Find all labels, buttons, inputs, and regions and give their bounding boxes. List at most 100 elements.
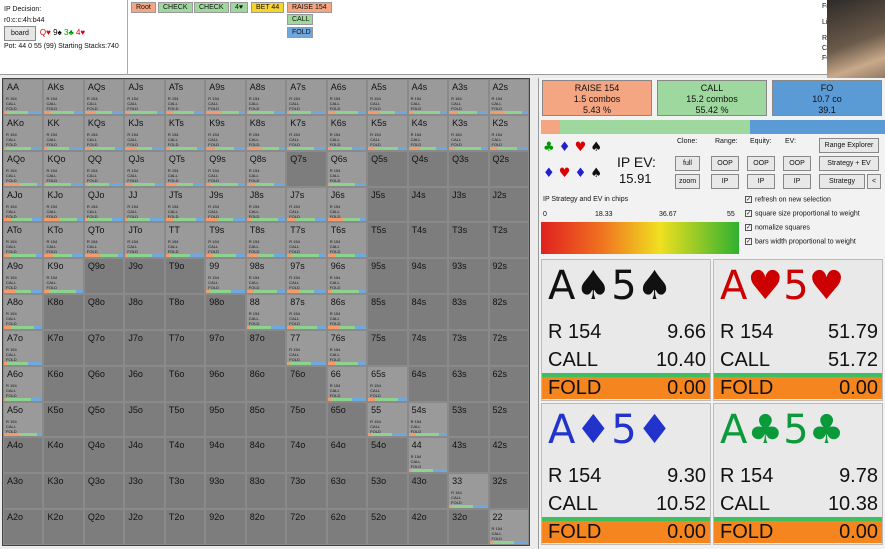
- hand-cell-K4o[interactable]: K4o: [43, 437, 84, 474]
- hand-cell-T7o[interactable]: T7o: [164, 329, 206, 366]
- hand-cell-97s[interactable]: 97s R 154 CALL FOLD: [286, 258, 327, 295]
- hand-cell-K2s[interactable]: K2s R 154 CALL FOLD: [488, 114, 529, 151]
- hand-cell-54s[interactable]: 54s R 154 CALL FOLD: [407, 401, 449, 438]
- hand-cell-82o[interactable]: 82o: [245, 509, 287, 545]
- ev-ip-button[interactable]: IP: [783, 174, 811, 189]
- hand-cell-KQs[interactable]: KQs R 154 CALL FOLD: [83, 114, 125, 151]
- hand-cell-33[interactable]: 33 R 154 CALL FOLD: [448, 473, 489, 510]
- hand-cell-88[interactable]: 88 R 154 CALL FOLD: [245, 294, 287, 330]
- hand-cell-93o[interactable]: 93o: [205, 473, 246, 510]
- crumb-5[interactable]: RAISE 154: [287, 2, 332, 13]
- hand-cell-A3o[interactable]: A3o: [3, 473, 44, 510]
- hand-cell-32s[interactable]: 32s: [488, 473, 529, 510]
- hand-cell-J8s[interactable]: J8s R 154 CALL FOLD: [245, 186, 287, 223]
- hand-cell-QJo[interactable]: QJo R 154 CALL FOLD: [83, 186, 125, 223]
- hand-cell-AKs[interactable]: AKs R 154 CALL FOLD: [43, 79, 84, 115]
- hand-cell-75o[interactable]: 75o: [286, 401, 327, 438]
- hand-cell-A5s[interactable]: A5s R 154 CALL FOLD: [367, 79, 408, 115]
- hand-cell-K6o[interactable]: K6o: [43, 365, 84, 402]
- hand-cell-KK[interactable]: KK R 154 CALL FOLD: [43, 114, 84, 151]
- hand-cell-A6o[interactable]: A6o R 154 CALL FOLD: [3, 365, 44, 402]
- hand-cell-T2o[interactable]: T2o: [164, 509, 206, 545]
- hand-cell-Q5s[interactable]: Q5s: [367, 150, 408, 187]
- action-box-2[interactable]: FO 10.7 co 39.1: [772, 80, 882, 116]
- hand-cell-T6s[interactable]: T6s R 154 CALL FOLD: [326, 222, 368, 259]
- hand-cell-53o[interactable]: 53o: [367, 473, 408, 510]
- hand-cell-55[interactable]: 55 R 154 CALL FOLD: [367, 401, 408, 438]
- hand-cell-T5s[interactable]: T5s: [367, 222, 408, 259]
- hand-cell-J2o[interactable]: J2o: [124, 509, 165, 545]
- hand-cell-22[interactable]: 22 R 154 CALL FOLD: [488, 509, 529, 545]
- hand-cell-54o[interactable]: 54o: [367, 437, 408, 474]
- equity-ip-button[interactable]: IP: [747, 174, 775, 189]
- hand-cell-J8o[interactable]: J8o: [124, 294, 165, 330]
- hand-cell-K8s[interactable]: K8s R 154 CALL FOLD: [245, 114, 287, 151]
- hand-cell-92s[interactable]: 92s: [488, 258, 529, 295]
- range-explorer-button[interactable]: Range Explorer: [819, 138, 879, 153]
- hand-cell-63o[interactable]: 63o: [326, 473, 368, 510]
- hand-cell-43s[interactable]: 43s: [448, 437, 489, 474]
- crumb-4[interactable]: BET 44: [251, 2, 285, 13]
- hand-cell-Q8o[interactable]: Q8o: [83, 294, 125, 330]
- back-button[interactable]: <: [867, 174, 881, 189]
- checkbox-option[interactable]: ✓ bars width proportional to weight: [745, 238, 856, 245]
- hand-cell-T9o[interactable]: T9o: [164, 258, 206, 295]
- hand-cell-64s[interactable]: 64s: [407, 365, 449, 402]
- hand-cell-Q3o[interactable]: Q3o: [83, 473, 125, 510]
- hand-cell-72o[interactable]: 72o: [286, 509, 327, 545]
- hand-cell-A7s[interactable]: A7s R 154 CALL FOLD: [286, 79, 327, 115]
- hand-cell-94o[interactable]: 94o: [205, 437, 246, 474]
- strategy-button[interactable]: Strategy: [819, 174, 865, 189]
- hand-cell-Q4o[interactable]: Q4o: [83, 437, 125, 474]
- hand-cell-J6s[interactable]: J6s R 154 CALL FOLD: [326, 186, 368, 223]
- combo-card-2[interactable]: A♦5♦ R 154 9.30 CALL 10.52 FOLD 0.00: [541, 403, 711, 545]
- hand-cell-T8s[interactable]: T8s R 154 CALL FOLD: [245, 222, 287, 259]
- hand-cell-KJs[interactable]: KJs R 154 CALL FOLD: [124, 114, 165, 151]
- hand-cell-42s[interactable]: 42s: [488, 437, 529, 474]
- hand-cell-93s[interactable]: 93s: [448, 258, 489, 295]
- crumb-3[interactable]: 4♥: [230, 2, 249, 13]
- hand-cell-K2o[interactable]: K2o: [43, 509, 84, 545]
- hand-cell-JTo[interactable]: JTo R 154 CALL FOLD: [124, 222, 165, 259]
- action-box-1[interactable]: CALL 15.2 combos 55.42 %: [657, 80, 767, 116]
- hand-cell-QQ[interactable]: QQ R 154 CALL FOLD: [83, 150, 125, 187]
- sub-action-call[interactable]: CALL: [287, 14, 313, 25]
- ev-oop-button[interactable]: OOP: [783, 156, 811, 171]
- hand-cell-ATo[interactable]: ATo R 154 CALL FOLD: [3, 222, 44, 259]
- hand-cell-AQs[interactable]: AQs R 154 CALL FOLD: [83, 79, 125, 115]
- range-oop-button[interactable]: OOP: [711, 156, 739, 171]
- strategy-ev-button[interactable]: Strategy + EV: [819, 156, 879, 171]
- hand-cell-T9s[interactable]: T9s R 154 CALL FOLD: [205, 222, 246, 259]
- hand-cell-76s[interactable]: 76s R 154 CALL FOLD: [326, 329, 368, 366]
- hand-cell-A8s[interactable]: A8s R 154 CALL FOLD: [245, 79, 287, 115]
- hand-cell-32o[interactable]: 32o: [448, 509, 489, 545]
- hand-cell-J5o[interactable]: J5o: [124, 401, 165, 438]
- zoom-button[interactable]: zoom: [675, 174, 700, 189]
- hand-cell-JJ[interactable]: JJ R 154 CALL FOLD: [124, 186, 165, 223]
- hand-cell-Q2s[interactable]: Q2s: [488, 150, 529, 187]
- hand-cell-AKo[interactable]: AKo R 154 CALL FOLD: [3, 114, 44, 151]
- hand-cell-74o[interactable]: 74o: [286, 437, 327, 474]
- checkbox-option[interactable]: ✓ square size proportional to weight: [745, 210, 860, 217]
- hand-cell-K3o[interactable]: K3o: [43, 473, 84, 510]
- hand-cell-K3s[interactable]: K3s R 154 CALL FOLD: [448, 114, 489, 151]
- hand-cell-A6s[interactable]: A6s R 154 CALL FOLD: [326, 79, 368, 115]
- hand-cell-QTs[interactable]: QTs R 154 CALL FOLD: [164, 150, 206, 187]
- board-button[interactable]: board: [4, 26, 36, 41]
- hand-cell-83o[interactable]: 83o: [245, 473, 287, 510]
- hand-cell-Q9o[interactable]: Q9o: [83, 258, 125, 295]
- hand-cell-J2s[interactable]: J2s: [488, 186, 529, 223]
- hand-cell-ATs[interactable]: ATs R 154 CALL FOLD: [164, 79, 206, 115]
- hand-cell-A2o[interactable]: A2o: [3, 509, 44, 545]
- hand-cell-K4s[interactable]: K4s R 154 CALL FOLD: [407, 114, 449, 151]
- hand-cell-K6s[interactable]: K6s R 154 CALL FOLD: [326, 114, 368, 151]
- hand-cell-84s[interactable]: 84s: [407, 294, 449, 330]
- hand-cell-T3s[interactable]: T3s: [448, 222, 489, 259]
- range-ip-button[interactable]: IP: [711, 174, 739, 189]
- hand-cell-KTs[interactable]: KTs R 154 CALL FOLD: [164, 114, 206, 151]
- hand-cell-AQo[interactable]: AQo R 154 CALL FOLD: [3, 150, 44, 187]
- hand-cell-KJo[interactable]: KJo R 154 CALL FOLD: [43, 186, 84, 223]
- hand-cell-64o[interactable]: 64o: [326, 437, 368, 474]
- hand-cell-A2s[interactable]: A2s R 154 CALL FOLD: [488, 79, 529, 115]
- hand-cell-66[interactable]: 66 R 154 CALL FOLD: [326, 365, 368, 402]
